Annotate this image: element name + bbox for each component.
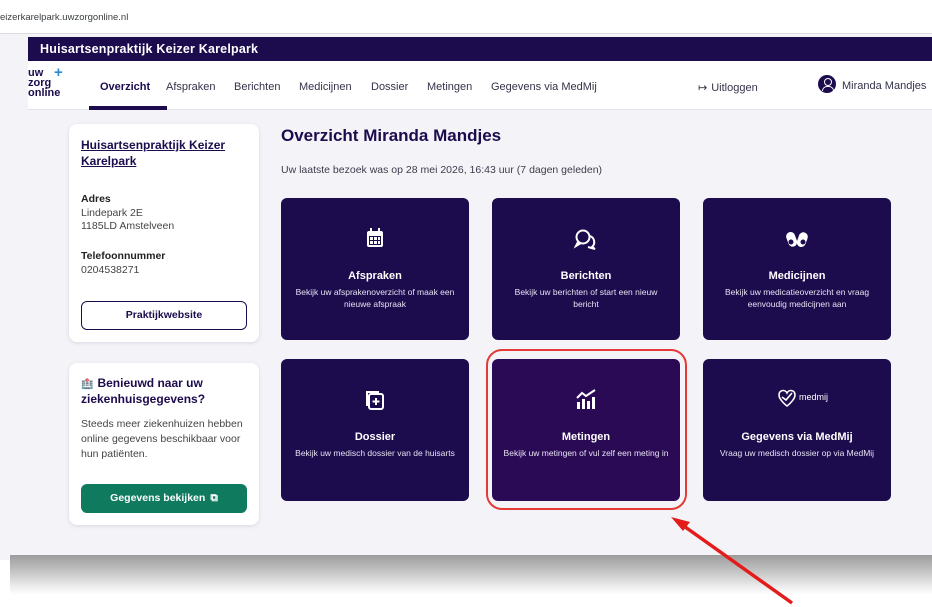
logout-icon: ↦ (698, 81, 708, 94)
uwzorgonline-logo[interactable]: uw + zorg online (28, 64, 68, 104)
chat-icon (573, 229, 596, 250)
logout-button[interactable]: ↦ Uitloggen (698, 81, 758, 94)
practice-info-card: Huisartsenpraktijk Keizer Karelpark Adre… (69, 124, 259, 342)
nav-metingen[interactable]: Metingen (427, 81, 472, 93)
highlight-box-metingen (486, 349, 687, 510)
logout-label: Uitloggen (711, 82, 758, 94)
tile-description: Bekijk uw medicatieoverzicht en vraag ee… (724, 287, 870, 309)
page-title: Overzicht Miranda Mandjes (281, 126, 502, 145)
url-text[interactable]: eizerkarelpark.uwzorgonline.nl (0, 12, 128, 23)
tile-medicijnen[interactable]: Medicijnen Bekijk uw medicatieoverzicht … (703, 198, 891, 340)
practice-website-button[interactable]: Praktijkwebsite (81, 301, 247, 330)
tile-description: Vraag uw medisch dossier op via MedMij (719, 448, 875, 458)
tile-dossier[interactable]: Dossier Bekijk uw medisch dossier van de… (281, 359, 469, 501)
hospital-card-title: 🏥 Benieuwd naar uw ziekenhuisgegevens? (81, 376, 251, 407)
nav-medicijnen[interactable]: Medicijnen (299, 81, 352, 93)
calendar-icon (367, 228, 383, 247)
nav-dossier[interactable]: Dossier (371, 81, 408, 93)
pills-icon (786, 231, 808, 247)
tile-description: Bekijk uw afsprakenoverzicht of maak een… (295, 287, 455, 309)
logo-line-3: online (28, 87, 61, 99)
tile-title: Gegevens via MedMij (741, 431, 853, 443)
tile-title: Dossier (354, 431, 396, 443)
external-link-icon: ⧉ (210, 492, 218, 504)
logo-plus-icon: + (54, 64, 63, 81)
tile-berichten[interactable]: Berichten Bekijk uw berichten of start e… (492, 198, 680, 340)
window-shadow (10, 555, 932, 595)
user-avatar-icon (818, 75, 836, 93)
hospital-card-body: Steeds meer ziekenhuizen hebben online g… (81, 418, 243, 460)
brand-title: Huisartsenpraktijk Keizer Karelpark (40, 42, 259, 56)
nav-gegevens-via-medmij[interactable]: Gegevens via MedMij (491, 81, 597, 93)
tile-title: Berichten (560, 270, 612, 282)
main-navigation: uw + zorg online Overzicht Afspraken Ber… (28, 61, 932, 110)
dossier-icon (366, 391, 384, 410)
tile-title: Medicijnen (768, 270, 826, 282)
medmij-logo-text: medmij (799, 392, 829, 402)
brand-bar: Huisartsenpraktijk Keizer Karelpark (28, 37, 932, 61)
view-data-button[interactable]: Gegevens bekijken ⧉ (81, 484, 247, 513)
address-line-2: 1185LD Amstelveen (81, 220, 175, 232)
active-tab-indicator (89, 106, 167, 110)
nav-berichten[interactable]: Berichten (234, 81, 280, 93)
address-label: Adres (81, 193, 111, 205)
tile-title: Afspraken (348, 270, 402, 282)
medmij-icon (778, 389, 796, 408)
address-line-1: Lindepark 2E (81, 207, 143, 219)
tile-description: Bekijk uw berichten of start een nieuw b… (514, 287, 658, 309)
phone-label: Telefoonnummer (81, 250, 166, 262)
tile-gegevens-via-medmij[interactable]: medmij Gegevens via MedMij Vraag uw medi… (703, 359, 891, 501)
address-bar[interactable]: eizerkarelpark.uwzorgonline.nl (0, 0, 932, 34)
nav-afspraken[interactable]: Afspraken (166, 81, 216, 93)
nav-overzicht[interactable]: Overzicht (100, 81, 150, 93)
tile-description: Bekijk uw medisch dossier van de huisart… (295, 448, 455, 458)
hospital-title-text: Benieuwd naar uw ziekenhuisgegevens? (81, 376, 206, 406)
practice-name-link[interactable]: Huisartsenpraktijk Keizer Karelpark (81, 137, 251, 169)
last-visit-text: Uw laatste bezoek was op 28 mei 2026, 16… (281, 164, 603, 176)
hospital-data-card: 🏥 Benieuwd naar uw ziekenhuisgegevens? St… (69, 363, 259, 525)
view-data-label: Gegevens bekijken (110, 492, 206, 504)
browser-window: eizerkarelpark.uwzorgonline.nl Huisartse… (0, 0, 932, 560)
tile-afspraken[interactable]: Afspraken Bekijk uw afsprakenoverzicht o… (281, 198, 469, 340)
user-name: Miranda Mandjes (842, 80, 927, 92)
hospital-icon: 🏥 (81, 379, 94, 390)
phone-number: 0204538271 (81, 264, 140, 276)
